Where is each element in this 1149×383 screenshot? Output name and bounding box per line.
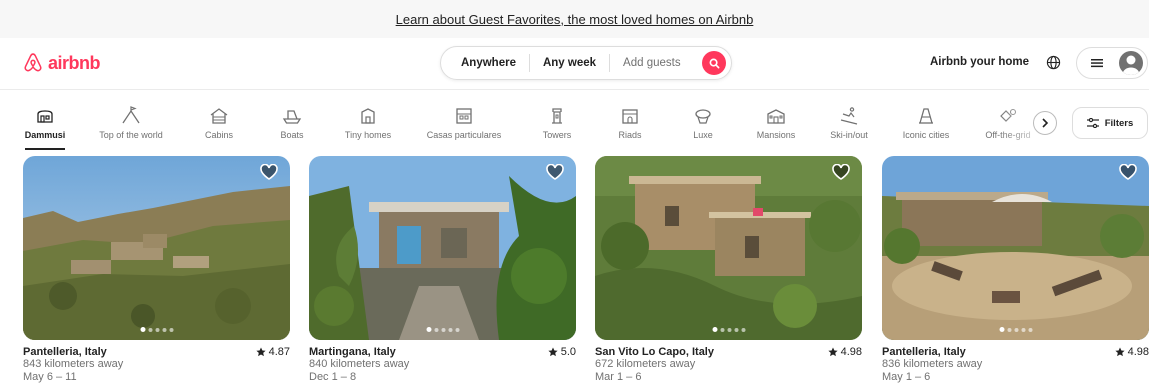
- filter-sliders-icon: [1086, 118, 1099, 128]
- filters-button[interactable]: Filters: [1072, 107, 1148, 139]
- category-label: Casas particulares: [426, 130, 502, 140]
- photo-carousel-dots: [712, 327, 745, 332]
- listing-dates: Mar 1 – 6: [595, 371, 642, 383]
- category-label: Tiny homes: [344, 130, 392, 140]
- listing-image: [23, 156, 290, 340]
- rating-value: 4.98: [840, 346, 862, 358]
- hamburger-menu-icon: [1091, 59, 1103, 68]
- listing-photo[interactable]: [309, 156, 576, 340]
- category-label: Iconic cities: [902, 130, 950, 140]
- tiny-home-icon: [361, 108, 375, 124]
- casa-particular-icon: [456, 108, 472, 124]
- category-label: Off-the-grid: [985, 130, 1031, 140]
- listing-image: [309, 156, 576, 340]
- listing-dates: Dec 1 – 8: [309, 371, 357, 383]
- listing-rating: 4.98: [827, 346, 862, 358]
- star-icon: [827, 347, 838, 357]
- listing-title: Pantelleria, Italy: [23, 346, 107, 358]
- listing-dates: May 6 – 11: [23, 371, 77, 383]
- announcement-banner: Learn about Guest Favorites, the most lo…: [0, 0, 1149, 38]
- top-header: airbnb Anywhere Any week Add guests Airb…: [0, 38, 1149, 90]
- listing-title: Martingana, Italy: [309, 346, 396, 358]
- listing-rating: 4.87: [255, 346, 290, 358]
- star-icon: [255, 347, 266, 357]
- photo-carousel-dots: [999, 327, 1032, 332]
- category-label: Cabins: [204, 130, 233, 140]
- category-label: Top of the world: [99, 130, 163, 140]
- listing-title: San Vito Lo Capo, Italy: [595, 346, 714, 358]
- category-label: Dammusi: [24, 130, 66, 140]
- rating-value: 4.98: [1127, 346, 1149, 358]
- search-dates-button[interactable]: Any week: [530, 57, 609, 69]
- category-label: Boats: [280, 130, 304, 140]
- search-location-button[interactable]: Anywhere: [441, 57, 529, 69]
- category-scroll-next-button[interactable]: [1033, 111, 1057, 135]
- dammusi-icon: [37, 110, 53, 123]
- rating-value: 5.0: [560, 346, 576, 358]
- filters-label: Filters: [1104, 117, 1134, 129]
- category-label: Ski-in/out: [830, 130, 868, 140]
- listing-dates: May 1 – 6: [882, 371, 931, 383]
- favorite-heart-icon[interactable]: [260, 164, 278, 180]
- language-button[interactable]: [1046, 55, 1061, 75]
- listing-photo[interactable]: [882, 156, 1149, 340]
- off-the-grid-icon: [1000, 108, 1017, 122]
- star-icon: [548, 347, 558, 357]
- luxe-icon: [695, 109, 711, 124]
- listing-distance: 836 kilometers away: [882, 358, 983, 370]
- category-tiny-homes[interactable]: Tiny homes: [313, 106, 423, 140]
- listing-distance: 843 kilometers away: [23, 358, 124, 370]
- boat-icon: [282, 110, 302, 124]
- category-label: Luxe: [693, 130, 713, 140]
- category-label: Mansions: [756, 130, 796, 140]
- user-menu-button[interactable]: [1076, 47, 1148, 79]
- iconic-city-icon: [919, 108, 933, 124]
- skiing-icon: [840, 107, 858, 125]
- category-bar: Dammusi Top of the world Cabins Boats Ti…: [0, 100, 1149, 150]
- listing-image: [882, 156, 1149, 340]
- star-icon: [1114, 347, 1125, 357]
- listing-card[interactable]: Martingana, Italy 5.0 840 kilometers awa…: [309, 156, 576, 383]
- listing-rating: 4.98: [1114, 346, 1149, 358]
- category-label: Towers: [542, 130, 572, 140]
- search-guests-button[interactable]: Add guests: [610, 57, 694, 69]
- photo-carousel-dots: [426, 327, 459, 332]
- listing-title: Pantelleria, Italy: [882, 346, 966, 358]
- category-label: Riads: [618, 130, 642, 140]
- listing-card[interactable]: Pantelleria, Italy 4.87 843 kilometers a…: [23, 156, 290, 383]
- cabin-icon: [210, 108, 228, 124]
- rating-value: 4.87: [268, 346, 290, 358]
- listing-card[interactable]: San Vito Lo Capo, Italy 4.98 672 kilomet…: [595, 156, 862, 383]
- mansion-icon: [767, 109, 785, 124]
- host-link[interactable]: Airbnb your home: [930, 56, 1029, 68]
- avatar: [1119, 51, 1143, 75]
- favorite-heart-icon[interactable]: [832, 164, 850, 180]
- listing-rating: 5.0: [548, 346, 576, 358]
- airbnb-logo[interactable]: airbnb: [22, 52, 101, 74]
- riad-icon: [622, 109, 638, 124]
- listing-image: [595, 156, 862, 340]
- photo-carousel-dots: [140, 327, 173, 332]
- search-submit-button[interactable]: [702, 51, 726, 75]
- listing-photo[interactable]: [23, 156, 290, 340]
- guest-favorites-link[interactable]: Learn about Guest Favorites, the most lo…: [396, 12, 754, 27]
- favorite-heart-icon[interactable]: [1119, 164, 1137, 180]
- search-bar[interactable]: Anywhere Any week Add guests: [440, 46, 732, 80]
- search-icon: [709, 58, 719, 68]
- chevron-right-icon: [1042, 118, 1049, 128]
- globe-icon: [1046, 55, 1061, 70]
- mountain-peak-icon: [122, 106, 140, 124]
- airbnb-logo-icon: [24, 53, 42, 72]
- user-icon: [1122, 55, 1140, 75]
- listing-distance: 672 kilometers away: [595, 358, 696, 370]
- listing-card[interactable]: Pantelleria, Italy 4.98 836 kilometers a…: [882, 156, 1149, 383]
- favorite-heart-icon[interactable]: [546, 164, 564, 180]
- listing-distance: 840 kilometers away: [309, 358, 410, 370]
- logo-text: airbnb: [48, 52, 101, 73]
- tower-icon: [552, 108, 562, 124]
- listing-photo[interactable]: [595, 156, 862, 340]
